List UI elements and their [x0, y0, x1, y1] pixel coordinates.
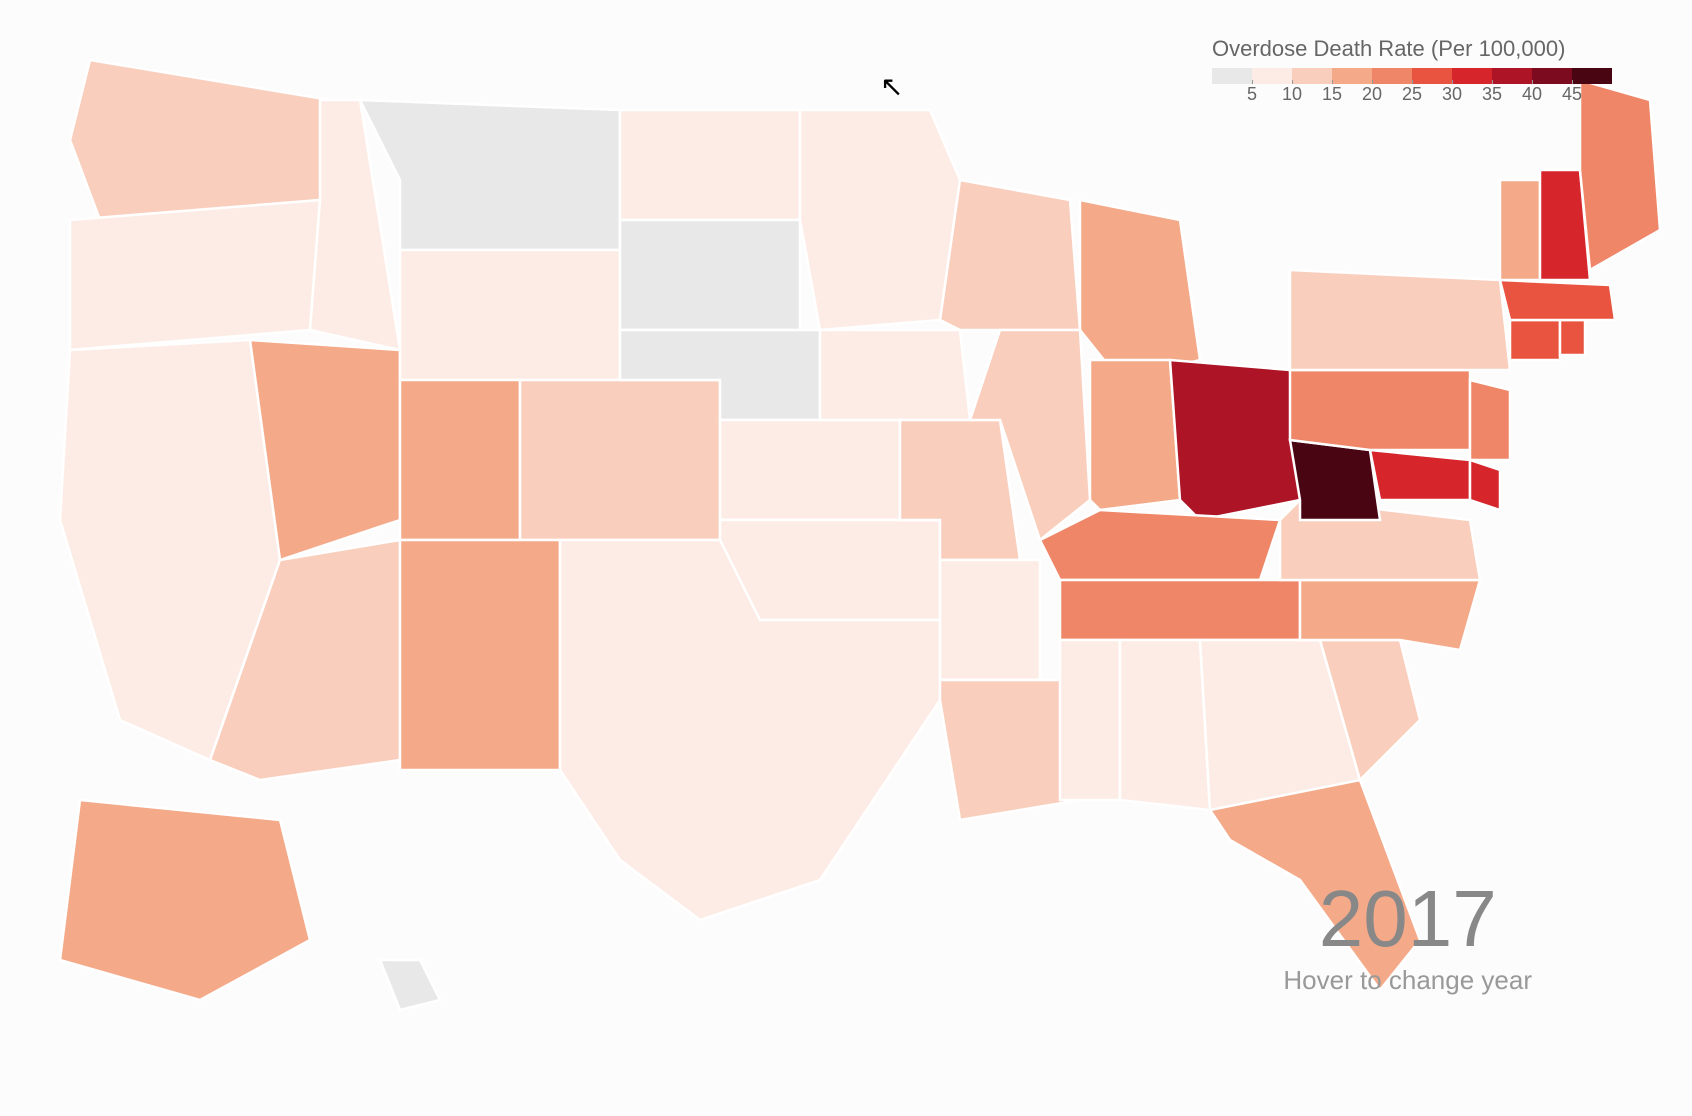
state-WA[interactable] [70, 60, 330, 220]
state-RI[interactable] [1560, 320, 1585, 355]
state-SD[interactable] [620, 220, 800, 330]
year-hint: Hover to change year [1283, 965, 1532, 996]
state-PA[interactable] [1290, 370, 1470, 450]
state-UT[interactable] [400, 380, 520, 540]
state-KY[interactable] [1040, 510, 1280, 580]
legend-swatch [1572, 68, 1612, 84]
legend: Overdose Death Rate (Per 100,000) 510152… [1212, 36, 1612, 112]
state-ND[interactable] [620, 110, 800, 220]
legend-swatch [1212, 68, 1252, 84]
legend-swatch [1412, 68, 1452, 84]
legend-ticks: 51015202530354045 [1212, 84, 1612, 112]
state-CO[interactable] [520, 380, 720, 540]
legend-tick: 40 [1512, 84, 1552, 105]
state-OH[interactable] [1170, 360, 1300, 520]
legend-tick: 30 [1432, 84, 1472, 105]
legend-tick: 5 [1232, 84, 1272, 105]
state-HI[interactable] [380, 960, 440, 1010]
state-MA[interactable] [1500, 280, 1615, 320]
year-label: 2017 [1283, 879, 1532, 959]
legend-swatch [1492, 68, 1532, 84]
legend-swatch [1252, 68, 1292, 84]
state-AK[interactable] [60, 800, 310, 1000]
state-MI[interactable] [1080, 200, 1200, 380]
state-AL[interactable] [1120, 640, 1210, 810]
legend-swatch [1372, 68, 1412, 84]
state-VT[interactable] [1500, 180, 1540, 280]
state-TN[interactable] [1060, 580, 1300, 640]
state-WY[interactable] [400, 250, 620, 380]
legend-swatch [1452, 68, 1492, 84]
state-DE[interactable] [1470, 460, 1500, 510]
state-MN[interactable] [800, 110, 960, 330]
state-MD[interactable] [1370, 450, 1470, 500]
legend-tick: 15 [1312, 84, 1352, 105]
state-OR[interactable] [70, 200, 320, 350]
state-IN[interactable] [1090, 360, 1180, 510]
state-NY[interactable] [1290, 270, 1510, 370]
legend-tick: 10 [1272, 84, 1312, 105]
state-KS[interactable] [720, 420, 900, 520]
state-CT[interactable] [1510, 320, 1560, 360]
state-IA[interactable] [820, 330, 970, 420]
state-MT[interactable] [360, 100, 620, 250]
state-WI[interactable] [940, 180, 1080, 330]
legend-tick: 20 [1352, 84, 1392, 105]
state-MS[interactable] [1060, 640, 1120, 800]
legend-swatch [1292, 68, 1332, 84]
legend-title: Overdose Death Rate (Per 100,000) [1212, 36, 1612, 62]
state-NC[interactable] [1300, 580, 1480, 650]
state-NJ[interactable] [1470, 380, 1510, 460]
map-container: Overdose Death Rate (Per 100,000) 510152… [0, 0, 1692, 1116]
legend-swatch [1332, 68, 1372, 84]
legend-tick: 45 [1552, 84, 1592, 105]
year-block[interactable]: 2017 Hover to change year [1283, 879, 1532, 996]
legend-swatch [1532, 68, 1572, 84]
state-AR[interactable] [940, 560, 1040, 680]
state-WV[interactable] [1290, 440, 1380, 520]
legend-tick: 25 [1392, 84, 1432, 105]
cursor-icon: ↖︎ [880, 70, 903, 103]
state-NM[interactable] [400, 540, 560, 770]
legend-tick: 35 [1472, 84, 1512, 105]
